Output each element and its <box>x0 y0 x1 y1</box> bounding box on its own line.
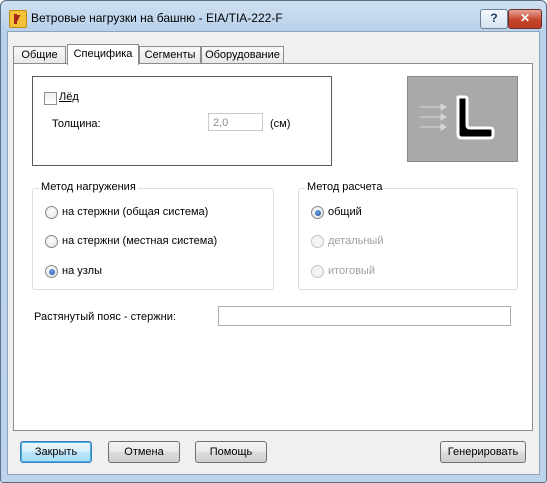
ice-section: Лёд Толщина: 2,0 (см) <box>32 76 332 166</box>
tension-chord-input[interactable] <box>218 306 511 326</box>
title-bar[interactable]: Ветровые нагрузки на башню - EIA/TIA-222… <box>1 1 546 33</box>
thickness-label: Толщина: <box>52 118 101 130</box>
app-logo-icon <box>9 10 27 28</box>
load-method-radio-global[interactable] <box>45 206 58 219</box>
load-method-radio-local[interactable] <box>45 235 58 248</box>
calc-method-group: Метод расчета общий детальный итоговый <box>298 181 518 290</box>
tab-panel-specifics: Лёд Толщина: 2,0 (см) Метод нагружения н… <box>13 63 533 431</box>
ice-checkbox-label[interactable]: Лёд <box>59 91 79 103</box>
calc-method-label-detailed: детальный <box>328 235 384 247</box>
calc-method-label-general[interactable]: общий <box>328 206 362 218</box>
calc-method-radio-detailed <box>311 235 324 248</box>
close-title-button[interactable]: ✕ <box>508 9 542 29</box>
tension-chord-label: Растянутый пояс - стержни: <box>34 311 176 323</box>
thickness-input[interactable]: 2,0 <box>208 113 263 131</box>
tab-general[interactable]: Общие <box>13 46 66 64</box>
calc-method-title: Метод расчета <box>305 181 385 193</box>
help-button[interactable]: Помощь <box>195 441 267 463</box>
close-button[interactable]: Закрыть <box>20 441 92 463</box>
cancel-button[interactable]: Отмена <box>108 441 180 463</box>
ice-checkbox[interactable] <box>44 92 57 105</box>
load-method-group: Метод нагружения на стержни (общая систе… <box>32 181 274 290</box>
tab-segments[interactable]: Сегменты <box>139 46 201 64</box>
calc-method-radio-general[interactable] <box>311 206 324 219</box>
load-method-label-nodes[interactable]: на узлы <box>62 265 102 277</box>
load-method-label-local[interactable]: на стержни (местная система) <box>62 235 217 247</box>
angle-section-with-wind-arrows-icon <box>420 95 495 140</box>
window-title: Ветровые нагрузки на башню - EIA/TIA-222… <box>31 11 283 25</box>
load-method-title: Метод нагружения <box>39 181 138 193</box>
calc-method-label-summary: итоговый <box>328 265 375 277</box>
calc-method-radio-summary <box>311 265 324 278</box>
tab-equipment[interactable]: Оборудование <box>201 46 284 64</box>
help-title-button[interactable]: ? <box>480 9 508 29</box>
load-method-radio-nodes[interactable] <box>45 265 58 278</box>
load-method-label-global[interactable]: на стержни (общая система) <box>62 206 208 218</box>
tab-specifics[interactable]: Специфика <box>67 44 139 65</box>
angle-section-preview <box>407 76 518 162</box>
thickness-unit: (см) <box>270 118 291 130</box>
generate-button[interactable]: Генерировать <box>440 441 526 463</box>
